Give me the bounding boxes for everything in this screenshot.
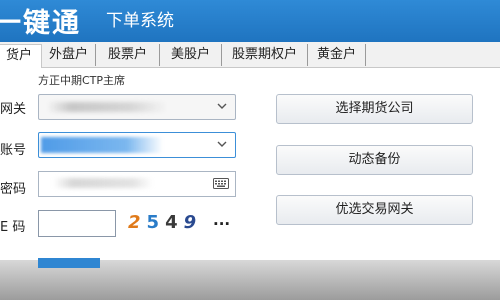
app-title: 一键通 — [0, 8, 81, 39]
account-value-redacted — [41, 137, 163, 153]
preferred-gateway-button[interactable]: 优选交易网关 — [276, 195, 473, 225]
broker-name: 方正中期CTP主席 — [38, 74, 126, 87]
login-button[interactable] — [38, 258, 100, 268]
account-label: 账号 — [0, 143, 27, 158]
title-bar: 一键通 下单系统 — [0, 0, 500, 42]
captcha-digit: 2 — [128, 212, 147, 233]
keyboard-icon[interactable] — [213, 178, 229, 189]
captcha-digit: 9 — [183, 212, 203, 233]
captcha-input[interactable] — [38, 210, 116, 237]
password-input[interactable] — [38, 171, 236, 197]
tab-stock-options[interactable]: 股票期权户 — [222, 44, 308, 66]
gateway-label: 网关 — [0, 102, 27, 117]
tab-futures[interactable]: 货户 — [0, 44, 42, 68]
captcha-digit: 4 — [165, 212, 184, 233]
gateway-value-redacted — [47, 102, 167, 112]
tab-overseas[interactable]: 外盘户 — [42, 44, 96, 66]
app-subtitle: 下单系统 — [106, 11, 174, 31]
captcha-digit: 5 — [146, 212, 166, 233]
tab-stocks[interactable]: 股票户 — [96, 44, 160, 66]
chevron-down-icon — [217, 103, 227, 109]
password-label: 密码 — [0, 182, 27, 197]
select-broker-button[interactable]: 选择期货公司 — [276, 94, 473, 124]
captcha-refresh-button[interactable]: ... — [213, 211, 230, 229]
tab-gold[interactable]: 黄金户 — [308, 44, 366, 66]
tab-bar: 货户 外盘户 股票户 美股户 股票期权户 黄金户 — [0, 42, 500, 68]
captcha-label: E 码 — [0, 220, 26, 235]
password-value-redacted — [53, 178, 153, 188]
dynamic-backup-button[interactable]: 动态备份 — [276, 145, 473, 175]
chevron-down-icon — [217, 141, 227, 147]
account-select[interactable] — [38, 132, 236, 158]
gateway-select[interactable] — [38, 94, 236, 120]
tab-us-stocks[interactable]: 美股户 — [160, 44, 222, 66]
captcha-image[interactable]: 2549 — [128, 210, 202, 236]
